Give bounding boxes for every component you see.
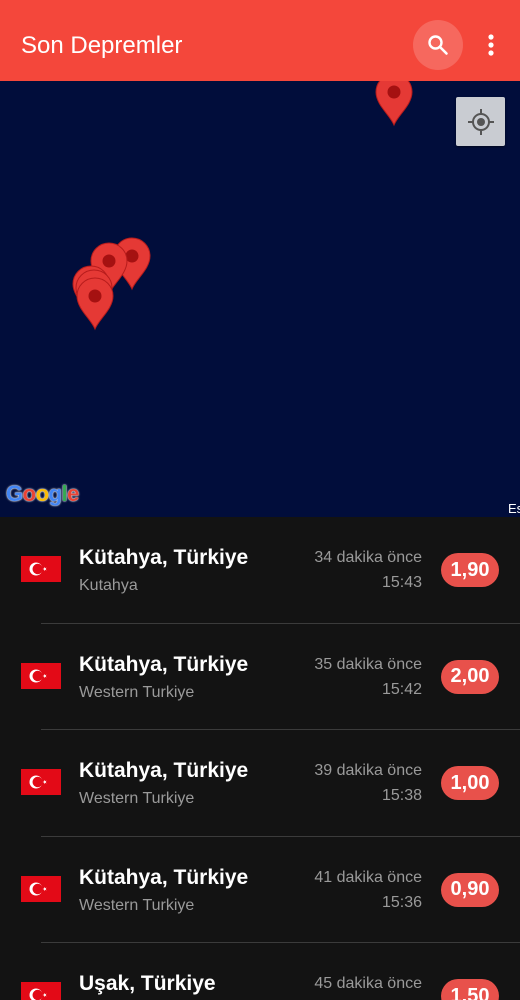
map-pin-icon[interactable] <box>76 277 114 331</box>
map-attribution[interactable]: Es <box>508 501 520 516</box>
quake-time: 15:36 <box>381 893 422 911</box>
list-item[interactable]: Kütahya, Türkiye Western Turkiye 41 daki… <box>0 837 520 943</box>
list-item[interactable]: Kütahya, Türkiye Western Turkiye 39 daki… <box>0 730 520 837</box>
quake-place: Kütahya, Türkiye <box>79 652 249 676</box>
magnitude-badge: 1,90 <box>441 553 499 587</box>
quake-region: Western Turkiye <box>79 790 195 807</box>
quake-place: Kütahya, Türkiye <box>79 865 249 889</box>
quake-time: 15:43 <box>381 574 422 591</box>
quake-time: 15:42 <box>381 680 422 698</box>
more-options-button[interactable] <box>478 24 504 66</box>
quake-time-ago: 35 dakika önce <box>314 655 422 673</box>
my-location-button[interactable] <box>456 97 505 146</box>
quake-time-ago: 34 dakika önce <box>314 549 422 566</box>
magnitude-badge: 0,90 <box>441 872 499 907</box>
list-item[interactable]: Uşak, Türkiye 45 dakika önce 1,50 <box>0 943 520 1000</box>
quake-time-ago: 45 dakika önce <box>314 975 422 992</box>
quake-region: Kutahya <box>79 577 138 594</box>
turkey-flag-icon <box>21 982 61 1000</box>
map-pins-layer <box>72 81 413 331</box>
map-view[interactable]: Google Es <box>0 81 520 517</box>
magnitude-badge: 1,50 <box>441 979 499 1000</box>
page-title: Son Depremler <box>21 32 183 59</box>
my-location-icon <box>467 108 494 135</box>
turkey-flag-icon <box>21 556 61 582</box>
search-icon <box>428 35 448 55</box>
magnitude-badge: 2,00 <box>441 659 499 694</box>
quake-place: Kütahya, Türkiye <box>79 759 249 782</box>
quake-region: Western Turkiye <box>79 683 195 701</box>
quake-time-ago: 41 dakika önce <box>314 868 422 886</box>
google-logo: Google <box>6 481 79 506</box>
list-item[interactable]: Kütahya, Türkiye Western Turkiye 35 daki… <box>0 624 520 730</box>
search-button[interactable] <box>413 20 463 70</box>
quake-region: Western Turkiye <box>79 896 195 914</box>
quake-time: 15:38 <box>381 787 422 804</box>
list-item[interactable]: Kütahya, Türkiye Kutahya 34 dakika önce … <box>0 517 520 624</box>
earthquake-list[interactable]: Kütahya, Türkiye Kutahya 34 dakika önce … <box>0 517 520 1000</box>
map-pin-icon[interactable] <box>375 81 413 127</box>
quake-place: Uşak, Türkiye <box>79 972 216 995</box>
quake-place: Kütahya, Türkiye <box>79 546 249 569</box>
app-bar: Son Depremler <box>0 0 520 81</box>
turkey-flag-icon <box>21 662 61 689</box>
more-vert-icon <box>488 34 494 56</box>
turkey-flag-icon <box>21 875 61 902</box>
magnitude-badge: 1,00 <box>441 766 499 800</box>
quake-time-ago: 39 dakika önce <box>314 762 422 779</box>
turkey-flag-icon <box>21 769 61 795</box>
